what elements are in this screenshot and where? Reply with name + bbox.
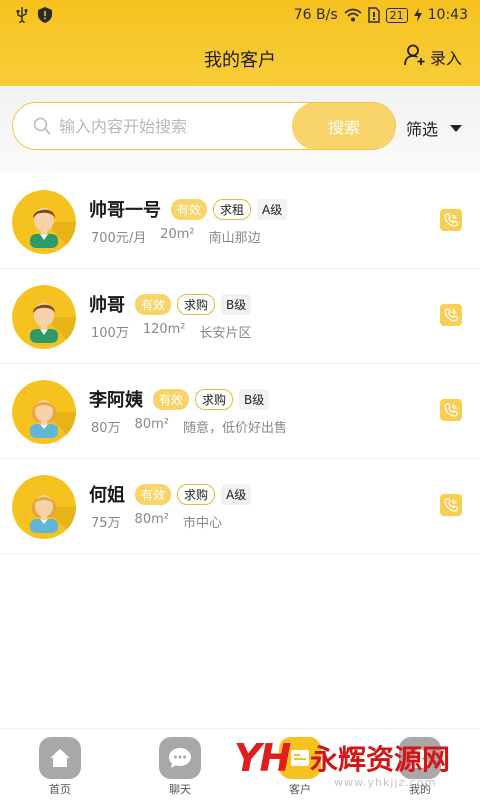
customer-name: 何姐 [89, 485, 125, 506]
usb-icon [16, 7, 28, 23]
status-badge: 有效 [135, 483, 172, 505]
network-speed: 76 B/s [293, 7, 338, 23]
add-user-icon [404, 44, 426, 70]
status-bar: 76 B/s 21 10:43 [0, 0, 480, 32]
level-badge: B级 [221, 293, 252, 315]
search-button[interactable]: 搜索 [292, 103, 395, 149]
chat-icon [159, 737, 201, 779]
search-box: 搜索 [12, 102, 396, 150]
nav-home-label: 首页 [49, 783, 71, 796]
customer-row[interactable]: 何姐 有效 求购 A级 75万 80m² 市中心 [0, 459, 480, 554]
customer-name: 帅哥一号 [89, 200, 161, 221]
customer-name: 李阿姨 [89, 390, 143, 411]
nav-chat[interactable]: 聊天 [140, 737, 220, 797]
customer-location: 长安片区 [199, 326, 252, 341]
male-avatar-icon [12, 190, 76, 254]
app-header: 76 B/s 21 10:43 我的客户 录入 [0, 0, 480, 86]
filter-dropdown[interactable]: 筛选 [406, 116, 463, 140]
customer-budget: 700元/月 [91, 231, 147, 246]
male-avatar-icon [12, 285, 76, 349]
phone-call-icon[interactable] [440, 304, 462, 326]
customer-location: 南山那边 [208, 231, 261, 246]
shield-icon [38, 7, 52, 23]
customer-budget: 75万 [91, 516, 121, 531]
search-icon [33, 117, 51, 139]
add-customer-button[interactable]: 录入 [404, 44, 462, 70]
level-badge: A级 [257, 198, 288, 220]
search-bar: 搜索 筛选 [0, 86, 480, 172]
type-badge: 求租 [213, 198, 252, 220]
nav-home[interactable]: 首页 [20, 737, 100, 797]
status-badge: 有效 [171, 198, 208, 220]
type-badge: 求购 [195, 388, 234, 410]
type-badge: 求购 [177, 483, 216, 505]
customer-area: 80m² [134, 512, 169, 527]
nav-chat-label: 聊天 [169, 783, 191, 796]
wifi-icon [344, 8, 362, 22]
phone-call-icon[interactable] [440, 399, 462, 421]
level-badge: B级 [239, 388, 270, 410]
filter-label: 筛选 [406, 120, 439, 139]
customer-name: 帅哥 [89, 295, 125, 316]
watermark: YH 永辉资源网 www.yhkjjz.com [234, 736, 462, 792]
customer-list: 帅哥一号 有效 求租 A级 700元/月 20m² 南山那边 帅哥 有效 求购 … [0, 174, 480, 554]
watermark-url: www.yhkjjz.com [334, 776, 437, 789]
customer-row[interactable]: 李阿姨 有效 求购 B级 80万 80m² 随意，低价好出售 [0, 364, 480, 459]
chevron-down-icon [450, 124, 463, 132]
customer-area: 80m² [134, 417, 169, 432]
phone-call-icon[interactable] [440, 494, 462, 516]
home-icon [39, 737, 81, 779]
customer-location: 市中心 [182, 516, 222, 531]
phone-call-icon[interactable] [440, 209, 462, 231]
customer-location: 随意，低价好出售 [182, 421, 287, 436]
type-badge: 求购 [177, 293, 216, 315]
status-badge: 有效 [135, 293, 172, 315]
customer-area: 20m² [160, 227, 195, 242]
customer-area: 120m² [142, 322, 186, 337]
battery-level: 21 [389, 8, 404, 22]
charging-icon [413, 8, 422, 22]
search-input[interactable] [59, 103, 289, 149]
watermark-text: 永辉资源网 [310, 743, 451, 776]
female-avatar-icon [12, 380, 76, 444]
clock: 10:43 [427, 7, 468, 23]
customer-budget: 100万 [91, 326, 129, 341]
female-avatar-icon [12, 475, 76, 539]
status-badge: 有效 [153, 388, 190, 410]
watermark-logo-icon: YH [234, 736, 291, 780]
level-badge: A级 [221, 483, 252, 505]
customer-row[interactable]: 帅哥一号 有效 求租 A级 700元/月 20m² 南山那边 [0, 174, 480, 269]
battery-icon: 21 [385, 7, 408, 23]
customer-row[interactable]: 帅哥 有效 求购 B级 100万 120m² 长安片区 [0, 269, 480, 364]
add-customer-label: 录入 [429, 49, 462, 68]
sim-icon [367, 7, 380, 23]
customer-budget: 80万 [91, 421, 121, 436]
